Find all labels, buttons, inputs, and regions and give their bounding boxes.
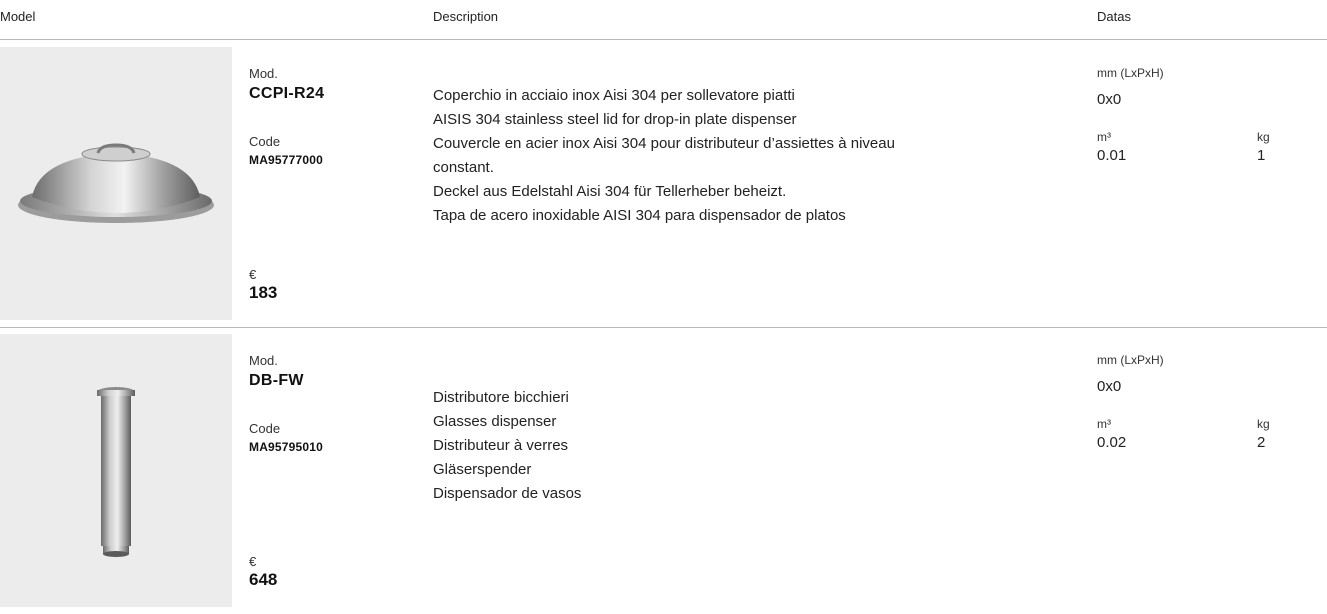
model-number: DB-FW (249, 372, 304, 389)
currency-label: € (249, 267, 257, 282)
product-price: 648 (249, 570, 278, 589)
currency-label: € (249, 554, 257, 569)
model-number: CCPI-R24 (249, 85, 325, 102)
description-line: Couvercle en acier inox Aisi 304 pour di… (433, 135, 895, 152)
description-line: AISIS 304 stainless steel lid for drop-i… (433, 111, 797, 128)
volume-value: 0.02 (1097, 434, 1127, 451)
product-code: MA95777000 (249, 153, 324, 167)
description-line: Distributore bicchieri (433, 389, 569, 406)
product-image (0, 334, 232, 607)
description-line: Glasses dispenser (433, 413, 557, 430)
header-divider (0, 39, 1327, 40)
weight-label: kg (1257, 417, 1270, 431)
product-code: MA95795010 (249, 440, 324, 454)
weight-label: kg (1257, 130, 1270, 144)
code-label: Code (249, 421, 281, 436)
model-label: Mod. (249, 353, 278, 368)
volume-value: 0.01 (1097, 147, 1127, 164)
dimensions-label: mm (LxPxH) (1097, 353, 1164, 367)
description-line: Dispensador de vasos (433, 485, 582, 502)
model-label: Mod. (249, 66, 278, 81)
description-list: Distributore bicchieri Glasses dispenser… (433, 386, 1063, 506)
description-line: Deckel aus Edelstahl Aisi 304 für Teller… (433, 183, 787, 200)
dimensions-value: 0x0 (1097, 378, 1122, 395)
weight-value: 1 (1257, 147, 1266, 164)
column-header-model: Model (0, 9, 36, 24)
description-line: Coperchio in acciaio inox Aisi 304 per s… (433, 87, 795, 104)
description-line: constant. (433, 159, 494, 176)
product-image (0, 47, 232, 320)
column-header-datas: Datas (1097, 9, 1131, 24)
dimensions-label: mm (LxPxH) (1097, 66, 1164, 80)
column-header-description: Description (433, 9, 499, 24)
glasses-dispenser-image (97, 387, 135, 557)
product-row: Mod. CCPI-R24 Code MA95777000 € 183 Cope… (0, 47, 1327, 320)
product-row: Mod. DB-FW Code MA95795010 € 648 Distrib… (0, 334, 1327, 607)
dimensions-value: 0x0 (1097, 91, 1122, 108)
product-price: 183 (249, 283, 278, 302)
volume-label: m³ (1097, 417, 1111, 431)
row-divider (0, 327, 1327, 328)
code-label: Code (249, 134, 281, 149)
description-line: Tapa de acero inoxidable AISI 304 para d… (433, 207, 846, 224)
weight-value: 2 (1257, 434, 1266, 451)
description-list: Coperchio in acciaio inox Aisi 304 per s… (433, 84, 1063, 228)
dome-lid-image (18, 143, 214, 223)
volume-label: m³ (1097, 130, 1111, 144)
description-line: Gläserspender (433, 461, 532, 478)
description-line: Distributeur à verres (433, 437, 569, 454)
